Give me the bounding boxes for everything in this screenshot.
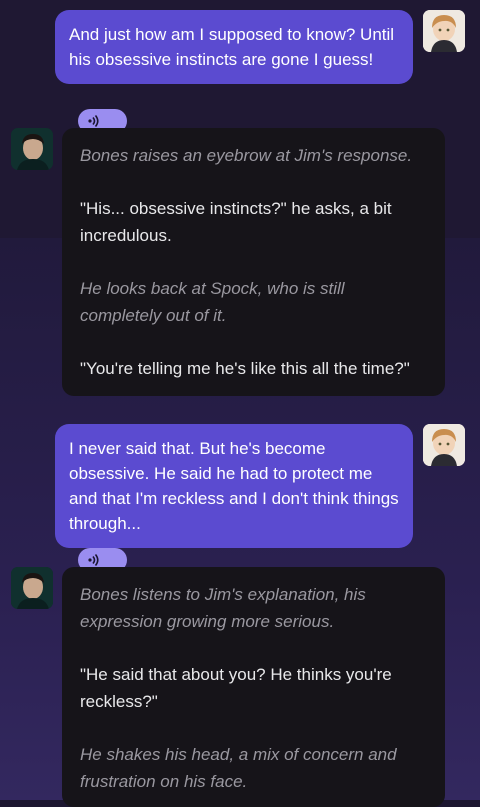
user-avatar[interactable] — [423, 10, 465, 52]
user-message-text: I never said that. But he's become obses… — [69, 439, 399, 533]
narration-text: He shakes his head, a mix of concern and… — [80, 745, 397, 791]
narration-text: Bones listens to Jim's explanation, his … — [80, 585, 366, 631]
character-avatar[interactable] — [11, 128, 53, 170]
audio-play-icon — [88, 553, 99, 567]
user-message: I never said that. But he's become obses… — [55, 424, 413, 548]
user-avatar[interactable] — [423, 424, 465, 466]
character-message: Bones listens to Jim's explanation, his … — [62, 567, 445, 807]
dialogue-text: "His... obsessive instincts?" he asks, a… — [80, 199, 392, 245]
character-message: Bones raises an eyebrow at Jim's respons… — [62, 128, 445, 396]
user-message: And just how am I supposed to know? Unti… — [55, 10, 413, 84]
user-message-text: And just how am I supposed to know? Unti… — [69, 25, 395, 69]
narration-text: He looks back at Spock, who is still com… — [80, 279, 345, 325]
narration-text: Bones raises an eyebrow at Jim's respons… — [80, 146, 413, 165]
character-avatar[interactable] — [11, 567, 53, 609]
audio-play-icon — [88, 114, 99, 128]
dialogue-text: "You're telling me he's like this all th… — [80, 359, 410, 378]
dialogue-text: "He said that about you? He thinks you'r… — [80, 665, 392, 711]
